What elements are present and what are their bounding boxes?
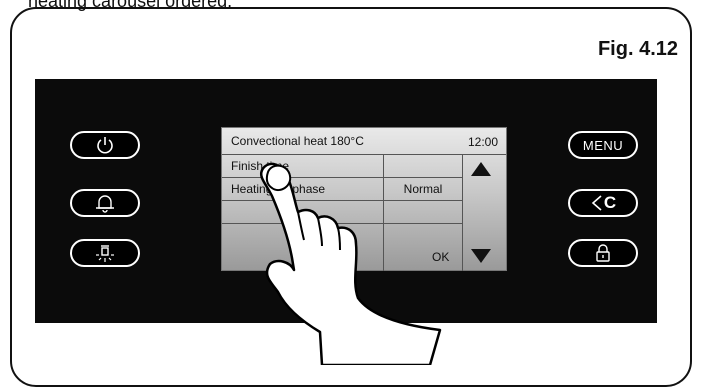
pointing-hand-illustration	[259, 162, 442, 365]
